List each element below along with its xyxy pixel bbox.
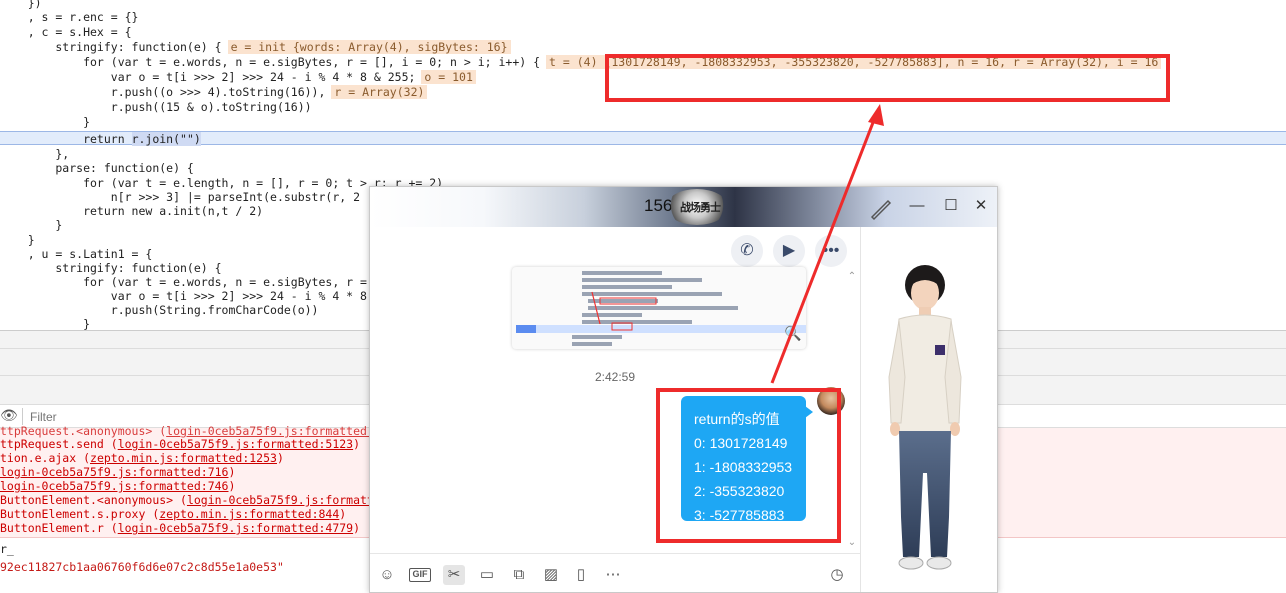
source-link[interactable]: login-0ceb5a75f9.js:formatted <box>187 493 388 507</box>
code-line: }) <box>0 0 1286 10</box>
source-link[interactable]: login-0ceb5a75f9.js:formatted:716 <box>0 465 228 479</box>
frame-text: ) <box>353 437 361 451</box>
code-line: stringify: function(e) { e = init {words:… <box>0 40 1286 54</box>
code-text: for (var t = e.words, n = e.sigBytes, r … <box>0 55 541 69</box>
divider <box>22 408 23 425</box>
zoom-icon[interactable]: 🔍 <box>784 325 801 342</box>
frame-text: ButtonElement.<anonymous> ( <box>0 493 187 507</box>
scroll-down-icon[interactable]: ⌄ <box>846 537 858 548</box>
code-text: , c = s.Hex = { <box>0 25 132 39</box>
highlight-box-bubble <box>656 388 841 543</box>
close-icon[interactable]: ✕ <box>972 197 990 215</box>
game-badge-icon: 战场勇士 <box>666 189 728 225</box>
phone-icon[interactable]: ✆ <box>731 235 763 267</box>
source-link[interactable]: login-0ceb5a75f9.js:formatted:5123 <box>118 437 353 451</box>
scope-value-annotation: r = Array(32) <box>331 85 428 99</box>
image-icon[interactable]: ▨ <box>540 565 562 585</box>
scrollbar[interactable]: ⌃ ⌄ <box>846 271 858 551</box>
code-text: for (var t = e.words, n = e.sigBytes, r … <box>0 275 367 289</box>
character-figure-image <box>888 265 962 570</box>
stack-frame: ttpRequest.send (login-0ceb5a75f9.js:for… <box>0 437 360 451</box>
code-text: stringify: function(e) { <box>0 40 222 54</box>
chat-toolbar: ☺ GIF ✂ ▭ ⧉ ▨ ▯ ⋯ ◷ <box>370 553 860 592</box>
badge-text: 战场勇士 <box>680 202 721 214</box>
code-text: n[r >>> 3] |= parseInt(e.substr(r, 2 <box>0 190 361 204</box>
code-line: , c = s.Hex = { <box>0 25 1286 39</box>
maximize-icon[interactable]: ☐ <box>942 197 960 215</box>
avatar-show-panel <box>860 227 997 592</box>
minimize-icon[interactable]: — <box>908 197 926 215</box>
code-text: } <box>0 115 91 129</box>
console-output-string: 92ec11827cb1aa06760f6d6e07c2c8d55e1a0e53… <box>0 560 284 574</box>
code-text: , u = s.Latin1 = { <box>0 247 153 261</box>
code-text: stringify: function(e) { <box>0 261 222 275</box>
pen-icon <box>870 199 892 221</box>
scope-value-annotation: e = init {words: Array(4), sigBytes: 16} <box>227 40 511 54</box>
code-text: } <box>0 317 91 330</box>
code-line: } <box>0 115 1286 129</box>
emoji-icon[interactable]: ☺ <box>376 565 398 585</box>
video-icon[interactable]: ▶ <box>773 235 805 267</box>
console-output: r_ <box>0 542 14 556</box>
scissors-icon[interactable]: ✂ <box>443 565 465 585</box>
scroll-up-icon[interactable]: ⌃ <box>846 271 858 282</box>
frame-text: ButtonElement.r ( <box>0 521 118 535</box>
frame-text: ) <box>228 465 236 479</box>
more-dots-icon[interactable]: ⋯ <box>602 565 624 585</box>
frame-text: tion.e.ajax ( <box>0 451 91 465</box>
more-icon[interactable]: ••• <box>815 235 847 267</box>
code-text: parse: function(e) { <box>0 161 194 175</box>
code-text: r.push((o >>> 4).toString(16)), <box>0 85 326 99</box>
code-text: }, <box>0 147 70 161</box>
thumb-annotation <box>516 291 657 333</box>
highlighted-expression[interactable]: r.join("") <box>131 132 201 146</box>
code-text: return <box>0 132 132 146</box>
code-text: }) <box>0 0 42 10</box>
frame-text: ) <box>228 479 236 493</box>
code-line: }, <box>0 147 1286 161</box>
stack-frame: ButtonElement.r (login-0ceb5a75f9.js:for… <box>0 521 360 535</box>
frame-text: ttpRequest.<anonymous> ( <box>0 424 167 438</box>
shake-icon[interactable]: ▯ <box>570 565 592 585</box>
highlight-box-scope-values <box>605 54 1170 102</box>
frame-text: ) <box>276 451 284 465</box>
code-text: var o = t[i >>> 2] >>> 24 - i % 4 * 8 & … <box>0 70 416 84</box>
stack-frame: login-0ceb5a75f9.js:formatted:716) <box>0 465 235 479</box>
scope-value-annotation: o = 101 <box>421 70 476 84</box>
source-link[interactable]: zepto.min.js:formatted:844 <box>159 507 339 521</box>
code-text: r.push((15 & o).toString(16)) <box>0 100 312 114</box>
stack-frame: login-0ceb5a75f9.js:formatted:746) <box>0 479 235 493</box>
code-text: r.push(String.fromCharCode(o)) <box>0 303 319 317</box>
message-timestamp: 2:42:59 <box>594 370 636 384</box>
frame-text: ) <box>339 507 347 521</box>
source-link[interactable]: login-0ceb5a75f9.js:formatted:4779 <box>118 521 353 535</box>
stack-frame: ButtonElement.s.proxy (zepto.min.js:form… <box>0 507 346 521</box>
screenshot-message-image[interactable]: 🔍 <box>512 267 806 349</box>
source-link[interactable]: login-0ceb5a75f9.js:formatted:58 <box>166 424 388 438</box>
code-line: , s = r.enc = {} <box>0 10 1286 24</box>
chat-header[interactable]: 156425 战场勇士 — ☐ ✕ <box>370 187 997 227</box>
dice-icon[interactable]: ⧉ <box>508 565 530 585</box>
code-text: var o = t[i >>> 2] >>> 24 - i % 4 * 8 <box>0 289 367 303</box>
folder-icon[interactable]: ▭ <box>476 565 498 585</box>
code-text: , s = r.enc = {} <box>0 10 139 24</box>
code-text: return new a.init(n,t / 2) <box>0 204 264 218</box>
gif-icon[interactable]: GIF <box>409 568 431 582</box>
source-link[interactable]: login-0ceb5a75f9.js:formatted:746 <box>0 479 228 493</box>
stack-frame: tion.e.ajax (zepto.min.js:formatted:1253… <box>0 451 284 465</box>
history-clock-icon[interactable]: ◷ <box>826 565 848 585</box>
source-link[interactable]: zepto.min.js:formatted:1253 <box>90 451 277 465</box>
code-text: } <box>0 233 35 247</box>
frame-text: ButtonElement.s.proxy ( <box>0 507 160 521</box>
code-line: r.push((15 & o).toString(16)) <box>0 100 1286 114</box>
stack-frame: ButtonElement.<anonymous> (login-0ceb5a7… <box>0 493 388 507</box>
code-text: } <box>0 218 63 232</box>
frame-text: ttpRequest.send ( <box>0 437 118 451</box>
stack-frame: ttpRequest.<anonymous> (login-0ceb5a75f9… <box>0 424 388 438</box>
frame-text: ) <box>353 521 361 535</box>
current-execution-line[interactable]: return r.join("") <box>0 131 1286 146</box>
eye-icon[interactable]: 👁 <box>0 409 18 423</box>
code-line: parse: function(e) { <box>0 161 1286 175</box>
